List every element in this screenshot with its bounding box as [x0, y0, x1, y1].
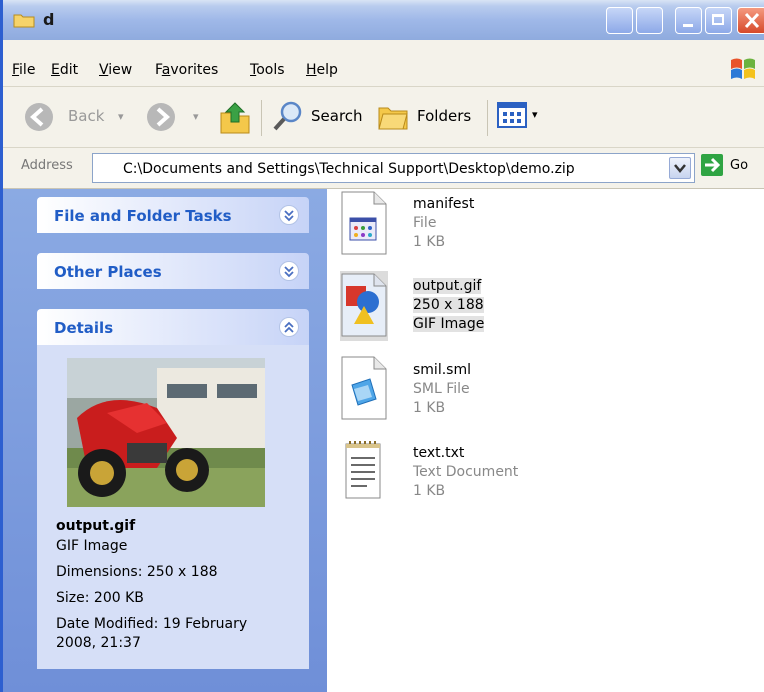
- back-button[interactable]: Back ▾: [23, 101, 138, 135]
- maximize-icon: [712, 14, 724, 25]
- toolbar-separator: [487, 100, 488, 136]
- maximize-small-button[interactable]: [636, 7, 663, 34]
- minimize-button[interactable]: [675, 7, 702, 34]
- file-and-folder-tasks-header[interactable]: File and Folder Tasks: [37, 197, 309, 233]
- file-list: [327, 189, 764, 692]
- menu-favorites[interactable]: Favorites: [155, 62, 218, 78]
- folders-icon: [378, 107, 408, 130]
- up-folder-icon[interactable]: [219, 99, 251, 135]
- forward-dropdown-icon: ▾: [193, 110, 199, 123]
- menu-tools[interactable]: Tools: [250, 62, 285, 78]
- maximize-button[interactable]: [705, 7, 732, 34]
- toolbar-separator: [261, 100, 262, 136]
- address-field[interactable]: C:\Documents and Settings\Technical Supp…: [92, 153, 695, 183]
- details-size: Size: 200 KB: [56, 590, 144, 606]
- image-thumbnail: [67, 358, 265, 507]
- go-button[interactable]: Go: [730, 158, 748, 173]
- gif-image-icon: [341, 273, 387, 337]
- details-file-name: output.gif: [56, 518, 136, 534]
- menu-view[interactable]: View: [99, 62, 132, 78]
- address-bar: Address C:\Documents and Settings\Techni…: [3, 148, 764, 189]
- search-button[interactable]: Search: [271, 99, 366, 135]
- details-header[interactable]: Details: [37, 309, 309, 345]
- folder-icon: [13, 14, 35, 28]
- windows-logo-icon: [731, 58, 755, 79]
- title-bar[interactable]: d: [3, 0, 764, 40]
- back-arrow-icon: [25, 103, 53, 131]
- menu-help[interactable]: Help: [306, 62, 338, 78]
- details-file-type: GIF Image: [56, 538, 128, 554]
- search-icon: [273, 101, 302, 131]
- back-dropdown-icon: ▾: [118, 110, 124, 123]
- close-icon: [744, 12, 760, 29]
- toolbar-toggle-button[interactable]: [606, 7, 633, 34]
- toolbar: Back ▾ ▾ Search Folders ▾: [3, 87, 764, 148]
- manifest-icon: [341, 191, 387, 255]
- window-title: d: [43, 10, 55, 29]
- address-value: C:\Documents and Settings\Technical Supp…: [123, 161, 575, 177]
- menu-edit[interactable]: Edit: [51, 62, 78, 78]
- go-arrow-icon[interactable]: [701, 154, 723, 176]
- expand-chevron-icon[interactable]: [279, 205, 299, 225]
- details-date-modified-time: 2008, 21:37: [56, 635, 141, 651]
- expand-chevron-icon[interactable]: [279, 261, 299, 281]
- chevron-down-icon: [674, 164, 686, 173]
- other-places-header[interactable]: Other Places: [37, 253, 309, 289]
- explorer-window: d File Edit View Favorites Tools Help Ba…: [0, 0, 764, 692]
- sml-file-icon: [341, 356, 387, 420]
- views-button[interactable]: ▾: [496, 101, 546, 133]
- forward-button[interactable]: ▾: [145, 101, 205, 135]
- menu-file[interactable]: File: [12, 62, 35, 78]
- close-button[interactable]: [737, 7, 764, 34]
- folders-button[interactable]: Folders: [377, 99, 477, 135]
- menu-bar: File Edit View Favorites Tools Help: [3, 40, 764, 87]
- address-label: Address: [21, 158, 73, 173]
- details-date-modified: Date Modified: 19 February: [56, 616, 248, 632]
- views-icon: [497, 102, 527, 128]
- views-dropdown-icon: ▾: [532, 108, 538, 121]
- forward-arrow-icon: [147, 103, 175, 131]
- address-dropdown-button[interactable]: [669, 157, 691, 179]
- minimize-icon: [683, 24, 693, 27]
- collapse-chevron-icon[interactable]: [279, 317, 299, 337]
- text-document-icon: [345, 441, 381, 499]
- details-dimensions: Dimensions: 250 x 188: [56, 564, 218, 580]
